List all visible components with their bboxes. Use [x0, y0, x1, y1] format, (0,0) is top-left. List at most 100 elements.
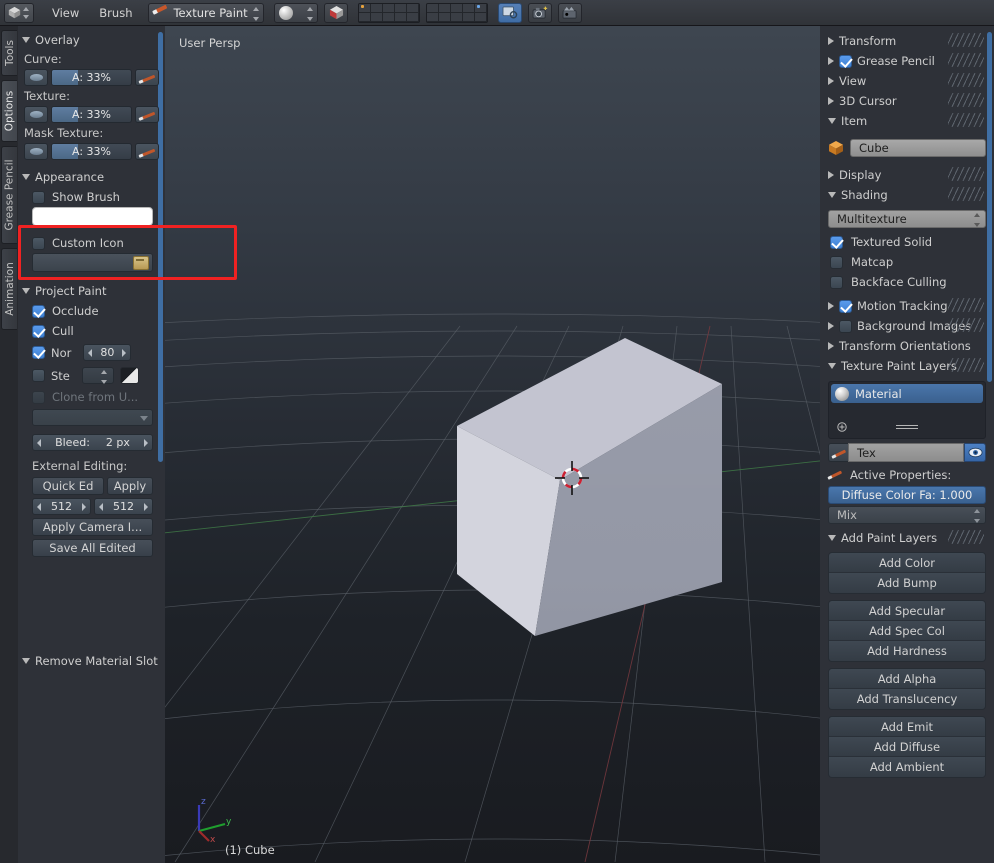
occlude-checkbox[interactable]	[32, 304, 45, 318]
editor-type-arrows[interactable]	[23, 6, 30, 19]
add-hardness-button[interactable]: Add Hardness	[829, 641, 985, 661]
backface-culling-row[interactable]: Backface Culling	[820, 272, 994, 292]
clone-from-uv-checkbox[interactable]	[32, 390, 45, 404]
quick-edit-button[interactable]: Quick Ed	[32, 477, 104, 495]
section-project-paint[interactable]: Project Paint	[18, 281, 165, 301]
menu-brush[interactable]: Brush	[89, 3, 142, 23]
layer-block-second[interactable]	[426, 2, 489, 23]
scene-layers[interactable]	[358, 2, 489, 23]
section-item[interactable]: Item	[820, 111, 994, 131]
shading-mode-button[interactable]	[324, 2, 349, 23]
curve-alpha-slider[interactable]: A: 33%	[51, 69, 132, 86]
mode-selector[interactable]: Texture Paint	[148, 2, 265, 23]
ste-arrows[interactable]	[100, 370, 108, 384]
textured-solid-checkbox[interactable]	[830, 235, 843, 249]
section-3d-cursor[interactable]: 3D Cursor	[820, 91, 994, 111]
sidebar-tab-tools[interactable]: Tools	[1, 30, 17, 76]
menu-view[interactable]: View	[42, 3, 89, 23]
clone-from-uv-row[interactable]: Clone from U...	[18, 387, 165, 407]
clone-layer-dropdown[interactable]	[32, 409, 153, 426]
add-material-slot-icon[interactable]	[837, 422, 847, 432]
ste-value-field[interactable]	[81, 367, 114, 384]
add-color-button[interactable]: Add Color	[829, 553, 985, 573]
cube-object[interactable]	[165, 26, 820, 863]
add-alpha-button[interactable]: Add Alpha	[829, 669, 985, 689]
brush-selector[interactable]	[274, 2, 319, 23]
curve-overlay-toggle-icon[interactable]	[24, 69, 48, 86]
layer-block-first[interactable]	[358, 2, 421, 23]
material-list-grip[interactable]	[896, 425, 918, 431]
apply-button[interactable]: Apply	[107, 477, 153, 495]
texture-brush-icon[interactable]	[135, 106, 159, 123]
ste-checkbox[interactable]	[32, 369, 45, 382]
add-diffuse-button[interactable]: Add Diffuse	[829, 737, 985, 757]
section-overlay[interactable]: Overlay	[18, 30, 165, 50]
apply-camera-image-button[interactable]: Apply Camera I...	[32, 518, 153, 536]
section-shading[interactable]: Shading	[820, 185, 994, 205]
mode-arrows[interactable]	[253, 6, 260, 21]
texture-visibility-toggle[interactable]	[964, 443, 986, 462]
add-specular-button[interactable]: Add Specular	[829, 601, 985, 621]
custom-icon-row[interactable]: Custom Icon	[18, 233, 165, 253]
material-slot-item[interactable]: Material	[831, 384, 983, 403]
curve-brush-icon[interactable]	[135, 69, 159, 86]
show-brush-checkbox[interactable]	[32, 190, 45, 204]
section-grease-pencil[interactable]: Grease Pencil	[820, 51, 994, 71]
render-image-button[interactable]	[528, 2, 553, 23]
section-appearance[interactable]: Appearance	[18, 167, 165, 187]
nor-row[interactable]: Nor 80	[18, 341, 165, 364]
section-texture-paint-layers[interactable]: Texture Paint Layers	[820, 356, 994, 376]
add-emit-button[interactable]: Add Emit	[829, 717, 985, 737]
nor-angle-field[interactable]: 80	[83, 344, 132, 361]
add-translucency-button[interactable]: Add Translucency	[829, 689, 985, 709]
remove-material-slot-header[interactable]: Remove Material Slot	[18, 650, 165, 672]
show-brush-color-swatch[interactable]	[32, 207, 153, 226]
cull-checkbox[interactable]	[32, 324, 45, 338]
folder-icon[interactable]	[133, 256, 149, 270]
section-add-paint-layers[interactable]: Add Paint Layers	[820, 528, 994, 548]
custom-icon-checkbox[interactable]	[32, 236, 45, 250]
texture-slot-name[interactable]: Tex	[848, 443, 964, 462]
add-bump-button[interactable]: Add Bump	[829, 573, 985, 593]
show-brush-row[interactable]: Show Brush	[18, 187, 165, 207]
add-spec-col-button[interactable]: Add Spec Col	[829, 621, 985, 641]
section-view[interactable]: View	[820, 71, 994, 91]
add-ambient-button[interactable]: Add Ambient	[829, 757, 985, 777]
textured-solid-row[interactable]: Textured Solid	[820, 232, 994, 252]
grease-pencil-checkbox[interactable]	[839, 54, 852, 68]
object-name-field[interactable]: Cube	[850, 139, 986, 157]
section-display[interactable]: Display	[820, 165, 994, 185]
render-animation-button[interactable]	[558, 2, 583, 23]
ste-row[interactable]: Ste	[18, 364, 165, 387]
edit-height-field[interactable]: 512	[94, 498, 153, 515]
motion-tracking-checkbox[interactable]	[839, 299, 852, 313]
matcap-row[interactable]: Matcap	[820, 252, 994, 272]
cull-row[interactable]: Cull	[18, 321, 165, 341]
sidebar-tab-options[interactable]: Options	[1, 80, 17, 142]
brush-arrows[interactable]	[307, 6, 314, 21]
editor-type-selector[interactable]	[4, 2, 34, 23]
material-slot-list[interactable]: Material	[828, 381, 986, 439]
custom-icon-path-field[interactable]	[32, 253, 153, 272]
section-background-images[interactable]: Background Images	[820, 316, 994, 336]
texture-alpha-slider[interactable]: A: 33%	[51, 106, 132, 123]
texture-overlay-toggle-icon[interactable]	[24, 106, 48, 123]
section-motion-tracking[interactable]: Motion Tracking	[820, 296, 994, 316]
left-panel-scrollbar[interactable]	[158, 32, 163, 462]
section-transform[interactable]: Transform	[820, 31, 994, 51]
backface-culling-checkbox[interactable]	[830, 275, 843, 289]
render-window-button[interactable]	[498, 2, 523, 23]
blend-mode-dropdown[interactable]: Mix	[828, 506, 986, 524]
mask-overlay-toggle-icon[interactable]	[24, 143, 48, 160]
diffuse-color-factor-slider[interactable]: Diffuse Color Fa: 1.000	[828, 486, 986, 504]
shading-method-dropdown[interactable]: Multitexture	[828, 210, 986, 228]
section-transform-orientations[interactable]: Transform Orientations	[820, 336, 994, 356]
occlude-row[interactable]: Occlude	[18, 301, 165, 321]
mask-alpha-slider[interactable]: A: 33%	[51, 143, 132, 160]
matcap-checkbox[interactable]	[830, 255, 843, 269]
3d-viewport[interactable]: User Persp (1) Cube z y x	[165, 26, 820, 863]
nor-checkbox[interactable]	[32, 346, 45, 359]
mask-brush-icon[interactable]	[135, 143, 159, 160]
edit-width-field[interactable]: 512	[32, 498, 91, 515]
sidebar-tab-animation[interactable]: Animation	[1, 248, 17, 330]
